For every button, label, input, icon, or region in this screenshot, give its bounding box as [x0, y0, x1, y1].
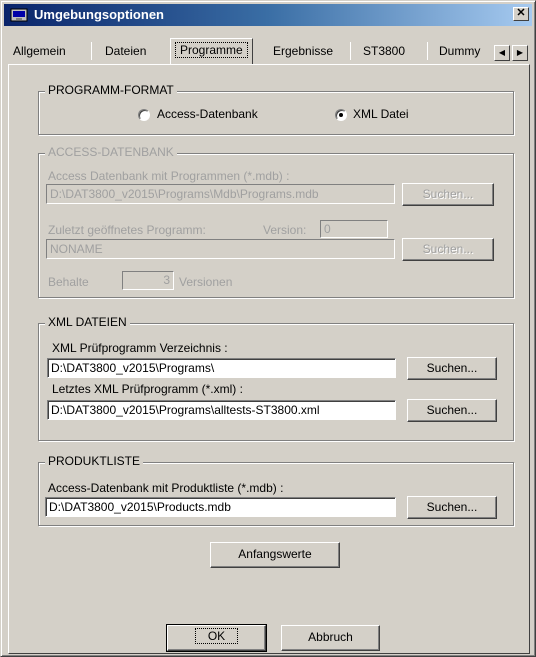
program-format-group: PROGRAMM-FORMAT: [38, 83, 514, 135]
close-icon: ✕: [516, 7, 526, 19]
last-xml-search-button[interactable]: Suchen...: [407, 399, 497, 422]
access-db-path-field[interactable]: D:\DAT3800_v2015\Programs\Mdb\Programs.m…: [46, 184, 395, 204]
product-db-field[interactable]: D:\DAT3800_v2015\Products.mdb: [45, 497, 396, 517]
tab-separator: [350, 42, 351, 60]
tab-separator: [91, 42, 92, 60]
access-db-search-button[interactable]: Suchen...: [402, 183, 494, 206]
keep-label: Behalte: [48, 275, 89, 289]
radio-xml-file[interactable]: [335, 109, 347, 121]
tab-dummy[interactable]: Dummy: [439, 40, 480, 64]
options-dialog: Umgebungsoptionen ✕ Allgemein Dateien Pr…: [0, 0, 536, 657]
access-db-path-label: Access Datenbank mit Programmen (*.mdb) …: [48, 169, 290, 183]
radio-xml-file-label[interactable]: XML Datei: [353, 107, 409, 121]
access-database-title: ACCESS-DATENBANK: [45, 145, 177, 159]
last-program-label: Zuletzt geöffnetes Programm:: [48, 223, 206, 237]
arrow-left-icon: ◀: [498, 48, 506, 57]
radio-selected-dot: [339, 113, 343, 117]
ok-button-label: OK: [194, 628, 239, 644]
tab-ergebnisse[interactable]: Ergebnisse: [273, 40, 333, 64]
keep-versions-field[interactable]: 3: [122, 271, 174, 290]
radio-access-database-label[interactable]: Access-Datenbank: [157, 107, 258, 121]
product-db-label: Access-Datenbank mit Produktliste (*.mdb…: [48, 481, 284, 495]
versions-label: Versionen: [179, 275, 233, 289]
product-list-title: PRODUKTLISTE: [45, 454, 144, 468]
xml-directory-field[interactable]: D:\DAT3800_v2015\Programs\: [47, 358, 396, 378]
last-xml-field[interactable]: D:\DAT3800_v2015\Programs\alltests-ST380…: [47, 400, 396, 420]
version-label: Version:: [263, 223, 307, 237]
xml-directory-label: XML Prüfprogramm Verzeichnis :: [52, 341, 228, 355]
program-format-title: PROGRAMM-FORMAT: [45, 83, 177, 97]
tab-st3800[interactable]: ST3800: [363, 40, 405, 64]
cancel-button[interactable]: Abbruch: [281, 625, 380, 651]
tab-scroll-left-button[interactable]: ◀: [494, 45, 510, 61]
last-program-search-button[interactable]: Suchen...: [402, 238, 494, 261]
tab-dateien[interactable]: Dateien: [105, 40, 146, 64]
version-field[interactable]: 0: [320, 220, 388, 238]
xml-files-title: XML DATEIEN: [45, 315, 130, 329]
tab-separator: [427, 42, 428, 60]
close-button[interactable]: ✕: [513, 7, 529, 21]
last-program-field[interactable]: NONAME: [46, 239, 395, 259]
tab-allgemein[interactable]: Allgemein: [13, 40, 66, 64]
title-bar: Umgebungsoptionen ✕: [4, 4, 532, 26]
tab-scroll-right-button[interactable]: ▶: [512, 45, 528, 61]
defaults-button[interactable]: Anfangswerte: [210, 542, 340, 568]
arrow-right-icon: ▶: [516, 48, 524, 57]
last-xml-label: Letztes XML Prüfprogramm (*.xml) :: [52, 382, 243, 396]
window-app-icon: [10, 8, 28, 22]
product-db-search-button[interactable]: Suchen...: [407, 496, 497, 519]
window-title: Umgebungsoptionen: [34, 7, 164, 22]
ok-button[interactable]: OK: [166, 624, 267, 652]
tab-programme[interactable]: Programme: [170, 38, 253, 64]
tab-programme-label: Programme: [175, 42, 248, 58]
radio-access-database[interactable]: [138, 109, 150, 121]
xml-directory-search-button[interactable]: Suchen...: [407, 357, 497, 380]
